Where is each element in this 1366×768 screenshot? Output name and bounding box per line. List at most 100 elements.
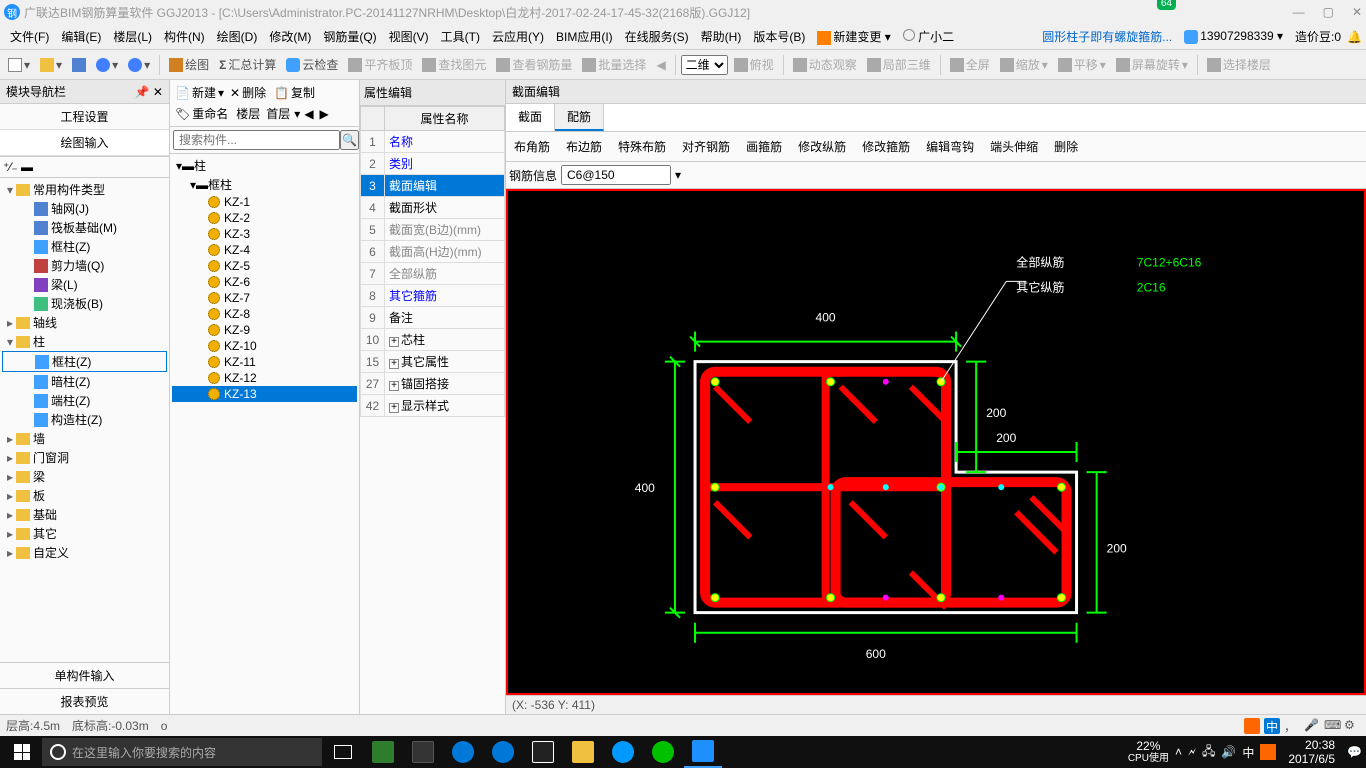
menu-tools[interactable]: 工具(T)	[435, 25, 486, 48]
prop-row-5[interactable]: 5截面宽(B边)(mm)	[361, 219, 505, 241]
tree-axis[interactable]: ▸轴线	[2, 313, 167, 332]
tool-mod-stir[interactable]: 修改箍筋	[858, 136, 914, 157]
comp-item-KZ-2[interactable]: KZ-2	[172, 210, 357, 226]
pin-icon[interactable]: 📌 ✕	[135, 85, 163, 99]
prop-row-2[interactable]: 2类别	[361, 153, 505, 175]
prop-row-6[interactable]: 6截面高(H边)(mm)	[361, 241, 505, 263]
local3d-button[interactable]: 局部三维	[863, 53, 935, 76]
tray-sogou2-icon[interactable]	[1260, 744, 1276, 760]
tab-rebar[interactable]: 配筋	[555, 104, 604, 131]
tool-mod-long[interactable]: 修改纵筋	[794, 136, 850, 157]
comp-item-KZ-6[interactable]: KZ-6	[172, 274, 357, 290]
tab-single-input[interactable]: 单构件输入	[0, 662, 169, 688]
tool-extend[interactable]: 端头伸缩	[986, 136, 1042, 157]
prop-row-42[interactable]: 42+显示样式	[361, 395, 505, 417]
tree-raft[interactable]: 筏板基础(M)	[2, 218, 167, 237]
taskbar-search[interactable]: 在这里输入你要搜索的内容	[42, 738, 322, 766]
tray-mic-icon[interactable]: 🎤	[1304, 718, 1320, 734]
component-search-input[interactable]	[173, 130, 340, 150]
tool-delete[interactable]: 删除	[1050, 136, 1082, 157]
taskbar-store[interactable]	[524, 736, 562, 768]
menu-view[interactable]: 视图(V)	[383, 25, 435, 48]
tool-edge[interactable]: 布边筋	[562, 136, 606, 157]
comp-del-button[interactable]: ✕删除	[228, 83, 270, 102]
section-canvas[interactable]: 400 400 200 200 200 600 全部纵筋 7C12+6C16 其…	[506, 189, 1366, 695]
prop-row-10[interactable]: 10+芯柱	[361, 329, 505, 351]
taskbar-app-3[interactable]	[444, 736, 482, 768]
comp-item-KZ-8[interactable]: KZ-8	[172, 306, 357, 322]
tree-slab[interactable]: 现浇板(B)	[2, 294, 167, 313]
draw-button[interactable]: 绘图	[165, 53, 213, 76]
tree-beam[interactable]: 梁(L)	[2, 275, 167, 294]
comp-item-KZ-12[interactable]: KZ-12	[172, 370, 357, 386]
menu-cloud[interactable]: 云应用(Y)	[486, 25, 550, 48]
tray-ime-icon[interactable]: 中	[1264, 718, 1280, 734]
rotate-button[interactable]: 屏幕旋转 ▾	[1112, 53, 1192, 76]
notification-icon[interactable]: 💬	[1347, 745, 1362, 759]
search-button[interactable]: 🔍	[340, 130, 359, 150]
undo-button[interactable]: ▾	[92, 55, 122, 75]
tray-sogou-icon[interactable]	[1244, 718, 1260, 734]
tree-shear[interactable]: 剪力墙(Q)	[2, 256, 167, 275]
menu-edit[interactable]: 编辑(E)	[55, 25, 107, 48]
redo-button[interactable]: ▾	[124, 55, 154, 75]
taskbar-app-4[interactable]	[604, 736, 642, 768]
expand-icon[interactable]: ⁺⁄₋	[3, 160, 18, 174]
tool-hook[interactable]: 编辑弯钩	[922, 136, 978, 157]
comp-item-KZ-5[interactable]: KZ-5	[172, 258, 357, 274]
tray-network-icon[interactable]: 🖧	[1202, 742, 1215, 763]
taskbar-360[interactable]	[644, 736, 682, 768]
menu-draw[interactable]: 绘图(D)	[211, 25, 264, 48]
prop-row-15[interactable]: 15+其它属性	[361, 351, 505, 373]
prop-row-9[interactable]: 9备注	[361, 307, 505, 329]
prop-row-1[interactable]: 1名称	[361, 131, 505, 153]
comp-item-KZ-7[interactable]: KZ-7	[172, 290, 357, 306]
start-button[interactable]	[4, 736, 40, 768]
tree-column[interactable]: ▾柱	[2, 332, 167, 351]
tool-stirrup[interactable]: 画箍筋	[742, 136, 786, 157]
tree-beam2[interactable]: ▸梁	[2, 467, 167, 486]
flat-button[interactable]: 平齐板顶	[344, 53, 416, 76]
tree-endcol[interactable]: 端柱(Z)	[2, 391, 167, 410]
comp-item-KZ-4[interactable]: KZ-4	[172, 242, 357, 258]
prev-button[interactable]: ◀	[652, 55, 669, 75]
comp-item-KZ-1[interactable]: KZ-1	[172, 194, 357, 210]
comp-rename-button[interactable]: 🏷重命名	[173, 104, 232, 123]
tray-keyboard-icon[interactable]: ⌨	[1324, 718, 1340, 734]
tree-other[interactable]: ▸其它	[2, 524, 167, 543]
new-change-button[interactable]: 新建变更 ▾	[811, 25, 896, 48]
tab-draw-input[interactable]: 绘图输入	[0, 130, 169, 156]
taskbar-app-2[interactable]	[404, 736, 442, 768]
menu-modify[interactable]: 修改(M)	[263, 25, 317, 48]
tab-report[interactable]: 报表预览	[0, 688, 169, 714]
phone-label[interactable]: 13907298339 ▾	[1178, 26, 1289, 47]
prop-row-7[interactable]: 7全部纵筋	[361, 263, 505, 285]
taskbar-edge[interactable]	[484, 736, 522, 768]
tree-constcol[interactable]: 构造柱(Z)	[2, 410, 167, 429]
tree-framecol2[interactable]: 框柱(Z)	[2, 351, 167, 372]
save-button[interactable]	[68, 55, 90, 75]
user-label[interactable]: 广小二	[897, 25, 960, 48]
tree-custom[interactable]: ▸自定义	[2, 543, 167, 562]
view-mode-select[interactable]: 二维	[681, 55, 728, 75]
steel-button[interactable]: 查看钢筋量	[492, 53, 576, 76]
comp-nav-prev[interactable]: ◀	[302, 106, 315, 122]
rebar-dropdown-icon[interactable]: ▾	[675, 168, 681, 182]
comp-nav-next[interactable]: ▶	[318, 106, 331, 122]
minimize-button[interactable]: —	[1293, 5, 1305, 19]
prop-row-3[interactable]: 3截面编辑	[361, 175, 505, 197]
cpu-meter[interactable]: 22%CPU使用	[1128, 740, 1169, 764]
comp-group[interactable]: ▾▬ 框柱	[172, 175, 357, 194]
dyn-button[interactable]: 动态观察	[789, 53, 861, 76]
tray-comma-icon[interactable]: ，	[1284, 718, 1300, 734]
menu-bim[interactable]: BIM应用(I)	[550, 25, 619, 48]
tree-darkcol[interactable]: 暗柱(Z)	[2, 372, 167, 391]
select-floor-button[interactable]: 选择楼层	[1203, 53, 1275, 76]
taskbar-clock[interactable]: 20:382017/6/5	[1282, 738, 1341, 767]
menu-component[interactable]: 构件(N)	[158, 25, 211, 48]
tree-door[interactable]: ▸门窗洞	[2, 448, 167, 467]
menu-rebar[interactable]: 钢筋量(Q)	[317, 25, 382, 48]
tray-up-icon[interactable]: ˄	[1175, 745, 1182, 759]
tray-battery-icon[interactable]: 🗲	[1188, 745, 1196, 760]
menu-file[interactable]: 文件(F)	[4, 25, 55, 48]
